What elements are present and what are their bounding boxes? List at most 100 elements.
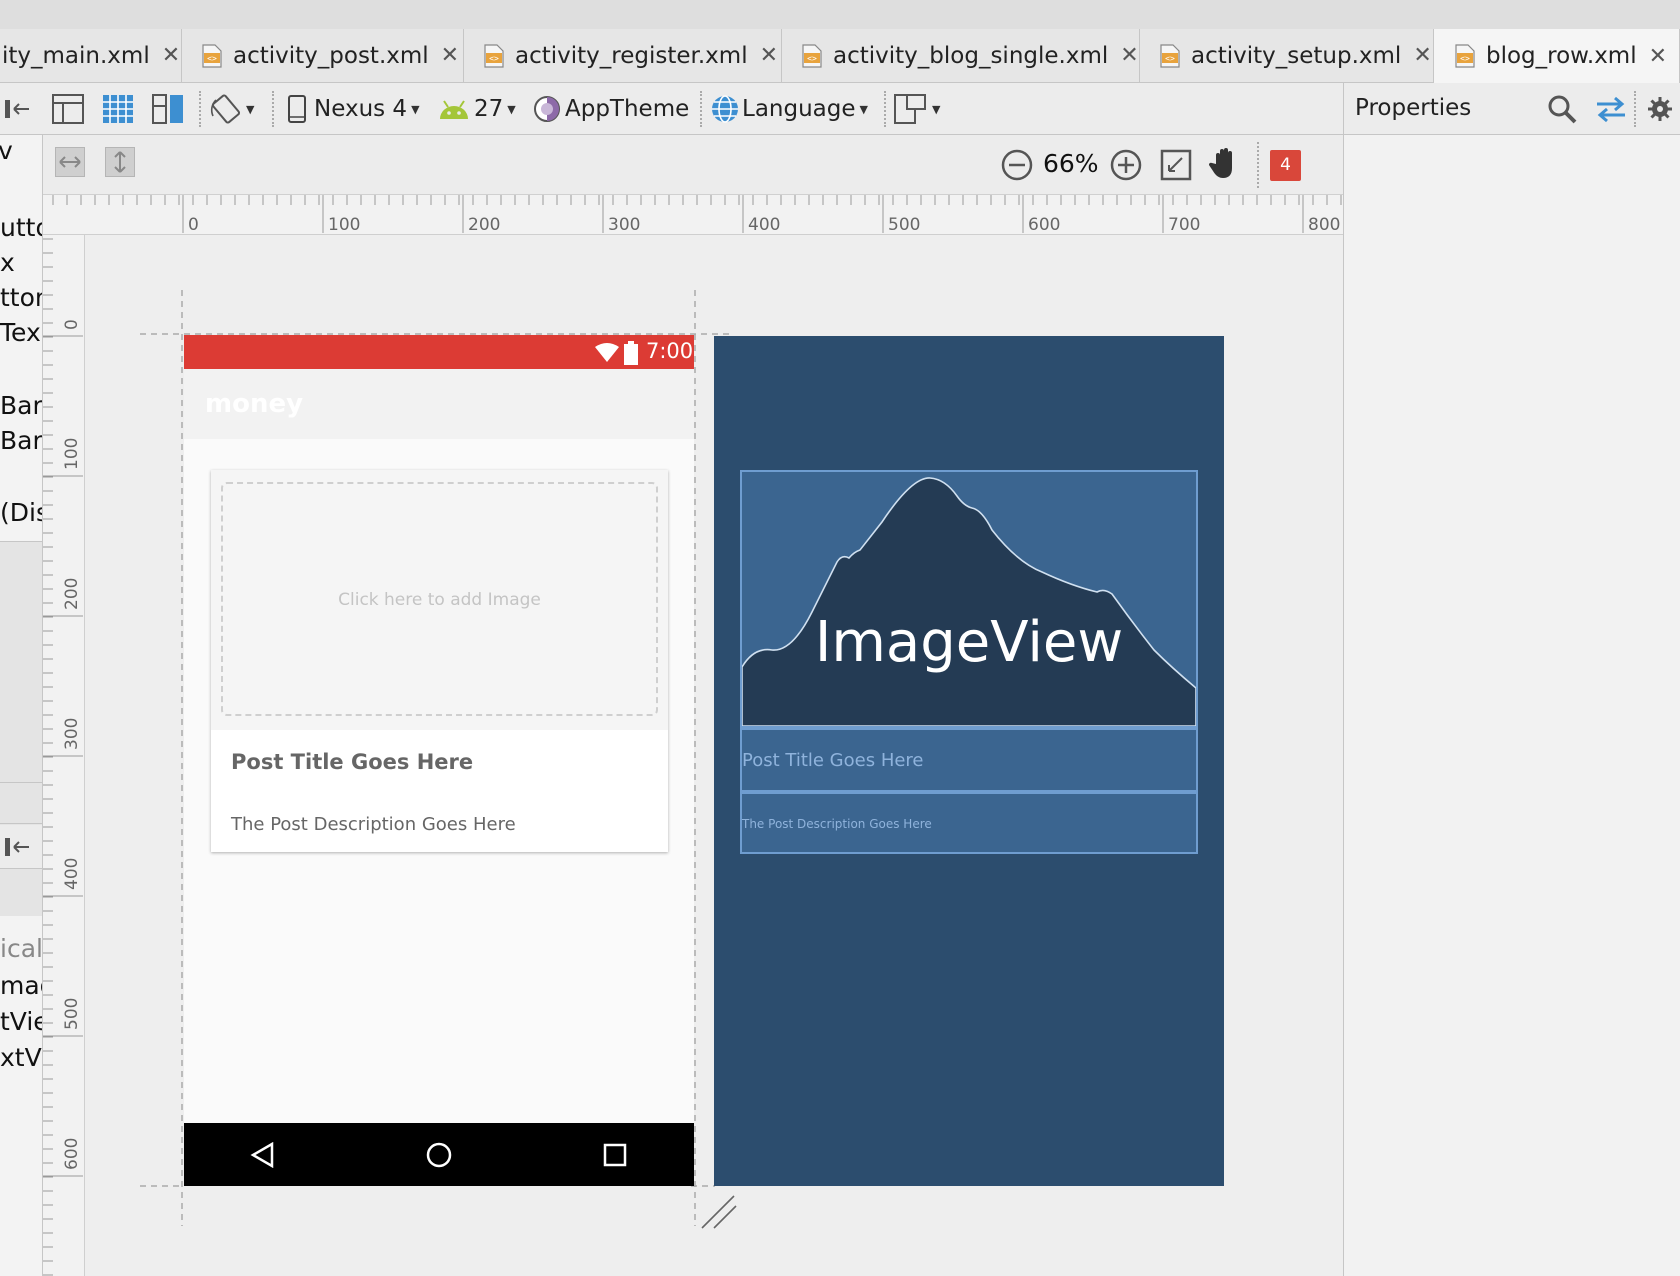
home-icon[interactable] bbox=[426, 1142, 452, 1168]
ruler-label: 400 bbox=[748, 215, 780, 235]
app-bar: money bbox=[184, 369, 694, 439]
editor-tab-bar: ity_main.xml ✕ <> activity_post.xml ✕ <>… bbox=[0, 29, 1680, 83]
resize-handle-icon[interactable] bbox=[700, 1192, 740, 1232]
xml-file-icon: <> bbox=[1160, 43, 1180, 68]
image-area[interactable]: Click here to add Image bbox=[211, 470, 668, 730]
palette-item[interactable]: (Dis bbox=[0, 498, 42, 527]
blueprint-grid-icon bbox=[103, 95, 133, 123]
palette-item[interactable]: Tex bbox=[0, 318, 41, 347]
split-view-icon bbox=[152, 94, 183, 124]
blueprint-description-textview[interactable]: The Post Description Goes Here bbox=[740, 792, 1198, 854]
post-card[interactable]: Click here to add Image Post Title Goes … bbox=[211, 470, 668, 852]
device-preview[interactable]: 7:00 money Click here to add Image Post … bbox=[184, 335, 694, 1186]
ruler-label: 100 bbox=[328, 215, 360, 235]
search-icon[interactable] bbox=[1547, 94, 1577, 126]
blueprint-title-textview[interactable]: Post Title Goes Here bbox=[740, 728, 1198, 792]
palette-item[interactable]: Bar bbox=[0, 391, 42, 420]
api-label: 27 bbox=[474, 96, 504, 122]
device-label: Nexus 4 bbox=[314, 96, 408, 122]
toolbar-separator bbox=[1634, 91, 1636, 127]
palette-item[interactable]: utto bbox=[0, 213, 42, 242]
swap-view-icon[interactable] bbox=[1594, 95, 1628, 123]
tab-activity-blog-single[interactable]: <> activity_blog_single.xml ✕ bbox=[782, 29, 1140, 82]
tab-label: ity_main.xml bbox=[2, 42, 150, 69]
design-view-button[interactable] bbox=[52, 83, 84, 135]
palette-item[interactable]: v bbox=[0, 136, 13, 165]
palette-item[interactable]: tton bbox=[0, 283, 42, 312]
svg-text:<>: <> bbox=[489, 54, 499, 63]
palette-item[interactable]: x bbox=[0, 248, 15, 277]
horizontal-ruler-ticks: 0 100 200 300 400 500 600 700 800 bbox=[52, 195, 1342, 235]
toolbar-separator bbox=[1257, 142, 1259, 188]
tab-activity-register[interactable]: <> activity_register.xml ✕ bbox=[464, 29, 782, 82]
xml-file-icon: <> bbox=[202, 43, 222, 68]
component-tree-header bbox=[0, 825, 42, 869]
ruler-label: 600 bbox=[1028, 215, 1060, 235]
tab-activity-main[interactable]: ity_main.xml ✕ bbox=[0, 29, 182, 82]
tree-item[interactable]: tVie bbox=[0, 1007, 42, 1036]
ruler-label: 300 bbox=[62, 718, 82, 750]
ruler-label: 0 bbox=[188, 215, 199, 235]
tab-activity-setup[interactable]: <> activity_setup.xml ✕ bbox=[1140, 29, 1434, 82]
phone-device-icon bbox=[288, 95, 306, 123]
arrows-horizontal-icon bbox=[59, 156, 81, 168]
tree-item[interactable]: xtVi bbox=[0, 1043, 42, 1072]
ruler-label: 200 bbox=[468, 215, 500, 235]
recents-icon[interactable] bbox=[603, 1143, 627, 1167]
blueprint-preview[interactable]: ImageView Post Title Goes Here The Post … bbox=[714, 336, 1224, 1186]
expand-vertical-button[interactable] bbox=[105, 147, 135, 177]
globe-icon bbox=[712, 95, 738, 123]
zoom-in-icon[interactable] bbox=[1109, 148, 1143, 182]
chevron-down-icon: ▼ bbox=[411, 102, 420, 116]
gear-icon[interactable] bbox=[1646, 94, 1676, 124]
toolbar-separator bbox=[272, 91, 274, 127]
ruler-label: 600 bbox=[62, 1138, 82, 1170]
language-selector[interactable]: Language ▼ bbox=[710, 83, 868, 135]
zoom-out-icon[interactable] bbox=[1000, 148, 1034, 182]
device-selector[interactable]: Nexus 4 ▼ bbox=[288, 83, 420, 135]
chevron-down-icon: ▼ bbox=[932, 102, 941, 116]
orientation-button[interactable]: ▼ bbox=[210, 83, 254, 135]
expand-horizontal-button[interactable] bbox=[55, 147, 85, 177]
close-icon[interactable]: ✕ bbox=[441, 43, 459, 68]
warnings-badge[interactable]: 4 bbox=[1270, 150, 1301, 181]
back-icon[interactable] bbox=[250, 1142, 276, 1168]
close-icon[interactable]: ✕ bbox=[162, 43, 180, 68]
collapse-panel-button[interactable] bbox=[4, 83, 30, 135]
android-studio-layout-editor: ity_main.xml ✕ <> activity_post.xml ✕ <>… bbox=[0, 0, 1680, 1276]
chevron-down-icon: ▼ bbox=[246, 102, 255, 116]
close-icon[interactable]: ✕ bbox=[760, 43, 778, 68]
tab-blog-row[interactable]: <> blog_row.xml ✕ bbox=[1434, 29, 1680, 83]
layout-variants-button[interactable]: ▼ bbox=[894, 83, 940, 135]
zoom-level: 66% bbox=[1043, 149, 1099, 178]
properties-header: Properties bbox=[1344, 83, 1680, 135]
xml-file-icon: <> bbox=[802, 43, 822, 68]
chevron-down-icon: ▼ bbox=[859, 102, 868, 116]
blueprint-view-button[interactable] bbox=[102, 83, 134, 135]
theme-selector[interactable]: AppTheme bbox=[533, 83, 689, 135]
collapse-left-icon[interactable] bbox=[4, 836, 30, 858]
tree-item[interactable]: ical bbox=[0, 934, 42, 963]
language-label: Language bbox=[742, 96, 856, 122]
ruler-label: 200 bbox=[62, 578, 82, 610]
warnings-count: 4 bbox=[1280, 155, 1291, 175]
tab-label: activity_register.xml bbox=[515, 42, 748, 69]
xml-file-icon: <> bbox=[1455, 44, 1475, 68]
both-view-button[interactable] bbox=[152, 83, 184, 135]
blueprint-imageview[interactable]: ImageView bbox=[740, 470, 1198, 728]
zoom-to-fit-icon[interactable] bbox=[1160, 149, 1192, 181]
api-level-selector[interactable]: 27 ▼ bbox=[438, 83, 516, 135]
android-icon bbox=[440, 100, 468, 119]
mountain-placeholder-icon bbox=[742, 477, 1196, 726]
tab-activity-post[interactable]: <> activity_post.xml ✕ bbox=[182, 29, 464, 82]
navigation-bar bbox=[184, 1123, 694, 1186]
palette-item[interactable]: Bar bbox=[0, 426, 42, 455]
toolbar-separator bbox=[884, 91, 886, 127]
close-icon[interactable]: ✕ bbox=[1649, 44, 1667, 69]
vertical-ruler: 0 100 200 300 400 500 600 bbox=[43, 235, 85, 1276]
tree-item[interactable]: mag bbox=[0, 971, 42, 1000]
svg-text:<>: <> bbox=[1460, 54, 1470, 63]
close-icon[interactable]: ✕ bbox=[1120, 43, 1138, 68]
pan-hand-icon[interactable] bbox=[1209, 146, 1241, 182]
close-icon[interactable]: ✕ bbox=[1413, 43, 1431, 68]
